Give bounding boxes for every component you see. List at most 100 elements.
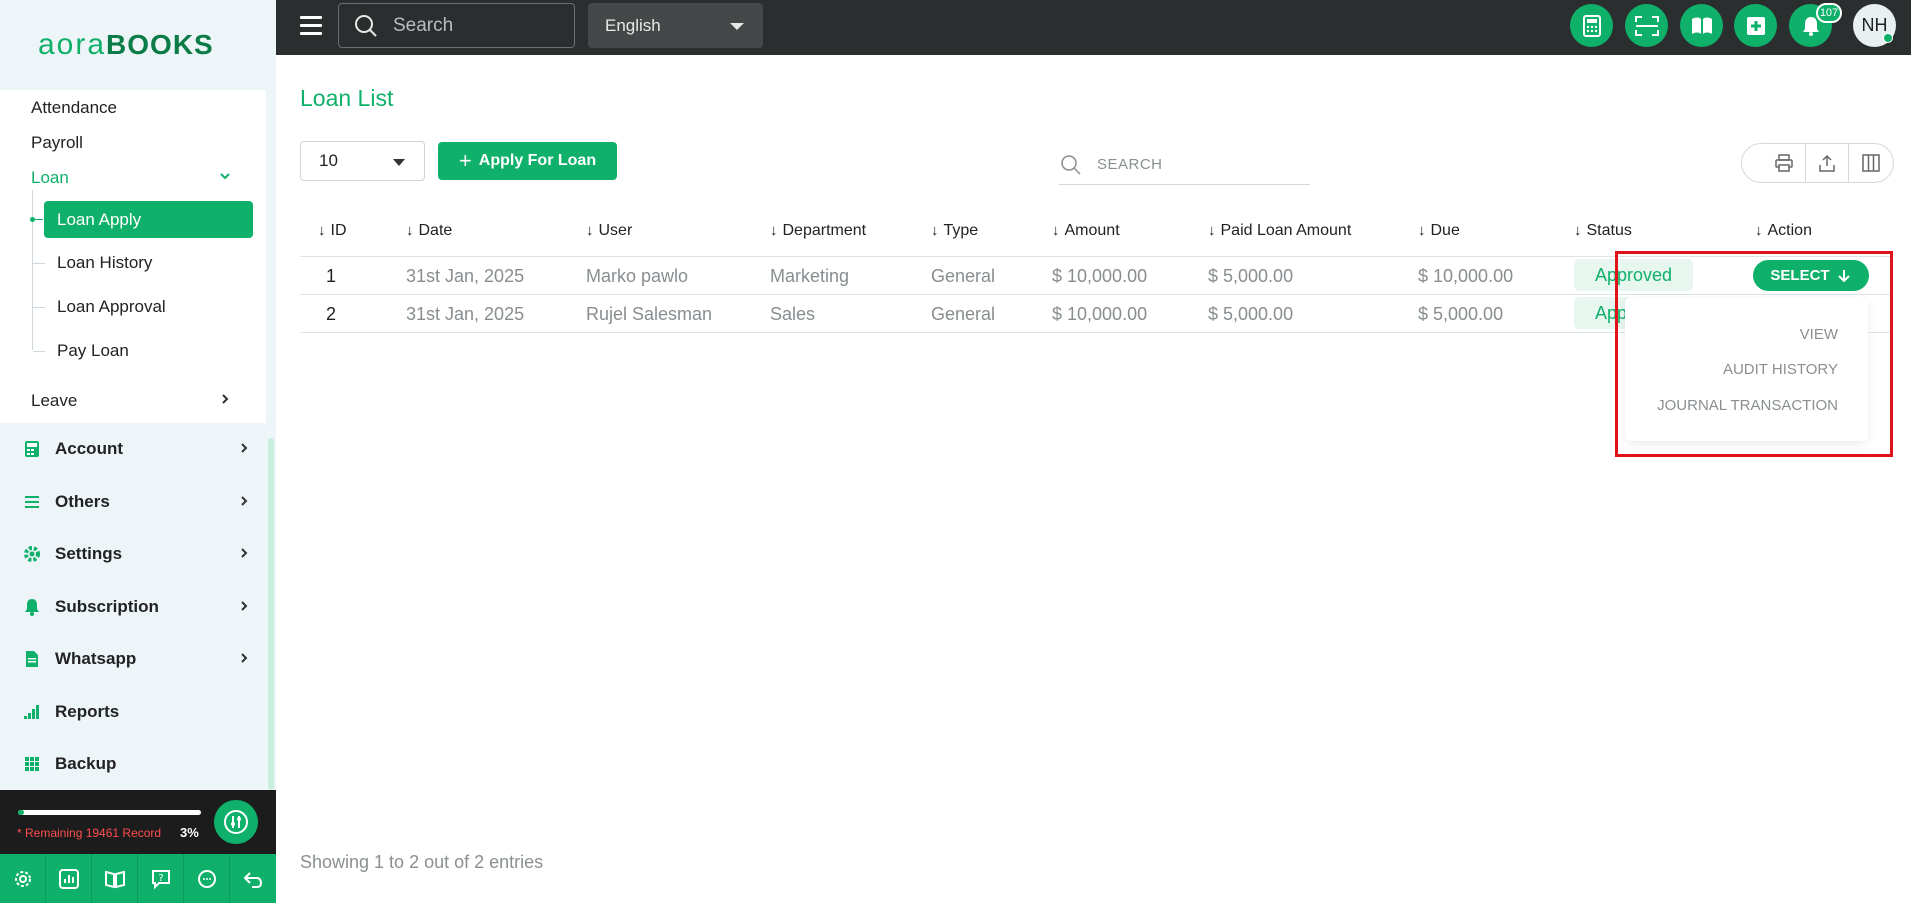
chevron-down-icon[interactable]	[218, 169, 232, 186]
column-header-date[interactable]: ↓ Date	[406, 222, 452, 240]
plus-icon: +	[458, 148, 472, 173]
cell-amount: $ 10,000.00	[1052, 304, 1148, 324]
gear-icon	[22, 544, 42, 564]
sort-arrow-icon: ↓	[931, 222, 939, 239]
sidebar: aora BOOKS Attendance Payroll Loan Loan A…	[0, 0, 276, 903]
column-header-type[interactable]: ↓ Type	[931, 222, 978, 240]
printer-icon	[1775, 154, 1793, 172]
list-icon	[22, 492, 42, 512]
sidebar-item-leave[interactable]: Leave	[31, 391, 77, 411]
sort-arrow-icon: ↓	[318, 222, 326, 239]
sidebar-item-reports[interactable]: Reports	[22, 697, 250, 727]
sidebar-item-label: Reports	[55, 702, 120, 721]
table-search-input[interactable]: SEARCH	[1059, 145, 1310, 185]
chat-shortcut[interactable]	[184, 854, 230, 903]
column-header-action[interactable]: ↓ Action	[1755, 222, 1812, 240]
search-icon	[1061, 154, 1081, 175]
sidebar-item-backup[interactable]: Backup	[22, 749, 250, 779]
column-header-user[interactable]: ↓ User	[586, 222, 632, 240]
language-value: English	[605, 15, 661, 35]
sort-arrow-icon: ↓	[1418, 222, 1426, 239]
column-header-paid-loan-amount[interactable]: ↓ Paid Loan Amount	[1208, 222, 1351, 240]
guide-button[interactable]	[1680, 4, 1723, 47]
column-header-status[interactable]: ↓ Status	[1574, 222, 1632, 240]
sidebar-item-account[interactable]: Account	[22, 434, 250, 464]
columns-button[interactable]	[1849, 144, 1892, 182]
table-tools	[1741, 143, 1894, 183]
logo-area: aora BOOKS	[0, 0, 276, 90]
cell-paid: $ 5,000.00	[1208, 266, 1294, 286]
sidebar-item-subscription[interactable]: Subscription	[22, 592, 250, 622]
settings-shortcut[interactable]	[0, 854, 46, 903]
sidebar-item-loan-history[interactable]: Loan History	[57, 253, 152, 273]
sidebar-item-settings[interactable]: Settings	[22, 539, 250, 569]
sidebar-item-others[interactable]: Others	[22, 487, 250, 517]
chevron-right-icon	[238, 441, 250, 457]
calculator-button[interactable]	[1570, 4, 1613, 47]
add-new-button[interactable]	[1734, 4, 1777, 47]
column-header-id[interactable]: ↓ ID	[318, 222, 347, 240]
chevron-right-icon	[238, 651, 250, 667]
book-shortcut[interactable]	[92, 854, 138, 903]
record-progress-bar	[18, 810, 201, 815]
chart-shortcut[interactable]	[46, 854, 92, 903]
menu-toggle-icon[interactable]	[300, 16, 322, 36]
sidebar-item-whatsapp[interactable]: Whatsapp	[22, 644, 250, 674]
per-page-value: 10	[319, 151, 338, 170]
sidebar-item-label: Subscription	[55, 597, 159, 616]
language-select[interactable]: English	[588, 3, 763, 48]
chevron-right-icon	[238, 599, 250, 615]
back-shortcut[interactable]	[230, 854, 276, 903]
column-header-due[interactable]: ↓ Due	[1418, 222, 1460, 240]
column-header-department[interactable]: ↓ Department	[770, 222, 866, 240]
global-search-input[interactable]: Search	[338, 3, 575, 48]
sidebar-item-attendance[interactable]: Attendance	[31, 98, 117, 118]
apply-for-loan-button[interactable]: + Apply For Loan	[438, 142, 617, 180]
highlight-annotation-box	[1615, 251, 1893, 457]
search-placeholder: SEARCH	[1097, 156, 1163, 173]
sidebar-item-loan[interactable]: Loan	[31, 168, 69, 188]
app-root: aora BOOKS Attendance Payroll Loan Loan A…	[0, 0, 1911, 903]
upgrade-button[interactable]	[214, 800, 258, 844]
scan-icon	[1634, 15, 1659, 36]
bell-icon	[22, 597, 42, 617]
help-shortcut[interactable]: ?	[138, 854, 184, 903]
sidebar-item-loan-apply[interactable]: Loan Apply	[44, 201, 253, 238]
tree-branch	[33, 219, 43, 220]
sidebar-item-pay-loan[interactable]: Pay Loan	[57, 341, 129, 361]
record-progress-fill	[18, 810, 24, 815]
sidebar-item-payroll[interactable]: Payroll	[31, 133, 83, 153]
svg-text:?: ?	[158, 873, 163, 884]
sliders-icon	[224, 810, 248, 834]
calculator-icon	[1582, 14, 1601, 37]
print-button[interactable]	[1763, 144, 1806, 182]
cell-paid: $ 5,000.00	[1208, 304, 1294, 324]
record-percent: 3%	[180, 825, 199, 840]
cell-user: Marko pawlo	[586, 266, 689, 286]
grid-icon	[22, 754, 42, 774]
help-chat-icon: ?	[151, 869, 170, 889]
per-page-select[interactable]: 10	[300, 141, 425, 181]
sidebar-item-loan-approval[interactable]: Loan Approval	[57, 297, 166, 317]
logo[interactable]: aora BOOKS	[38, 28, 214, 62]
sidebar-item-label: Account	[55, 439, 123, 458]
column-header-amount[interactable]: ↓ Amount	[1052, 222, 1120, 240]
sidebar-item-label: Whatsapp	[55, 649, 137, 668]
record-quota-panel: * Remaining 19461 Record 3%	[0, 790, 276, 854]
chevron-right-icon[interactable]	[218, 392, 232, 409]
sidebar-scrollbar[interactable]	[268, 438, 274, 790]
cell-amount: $ 10,000.00	[1052, 266, 1148, 286]
sidebar-item-label: Settings	[55, 544, 123, 563]
export-button[interactable]	[1806, 144, 1849, 182]
sidebar-item-label: Others	[55, 492, 110, 511]
cell-date: 31st Jan, 2025	[406, 266, 525, 286]
undo-icon	[243, 871, 263, 888]
tree-branch	[33, 307, 45, 308]
upload-icon	[1819, 154, 1835, 172]
book-open-icon	[1691, 17, 1712, 34]
sort-arrow-icon: ↓	[406, 222, 414, 239]
gear-icon	[14, 870, 31, 887]
scan-button[interactable]	[1625, 4, 1668, 47]
chat-icon	[197, 869, 216, 888]
notification-count-badge: 107	[1816, 3, 1842, 23]
